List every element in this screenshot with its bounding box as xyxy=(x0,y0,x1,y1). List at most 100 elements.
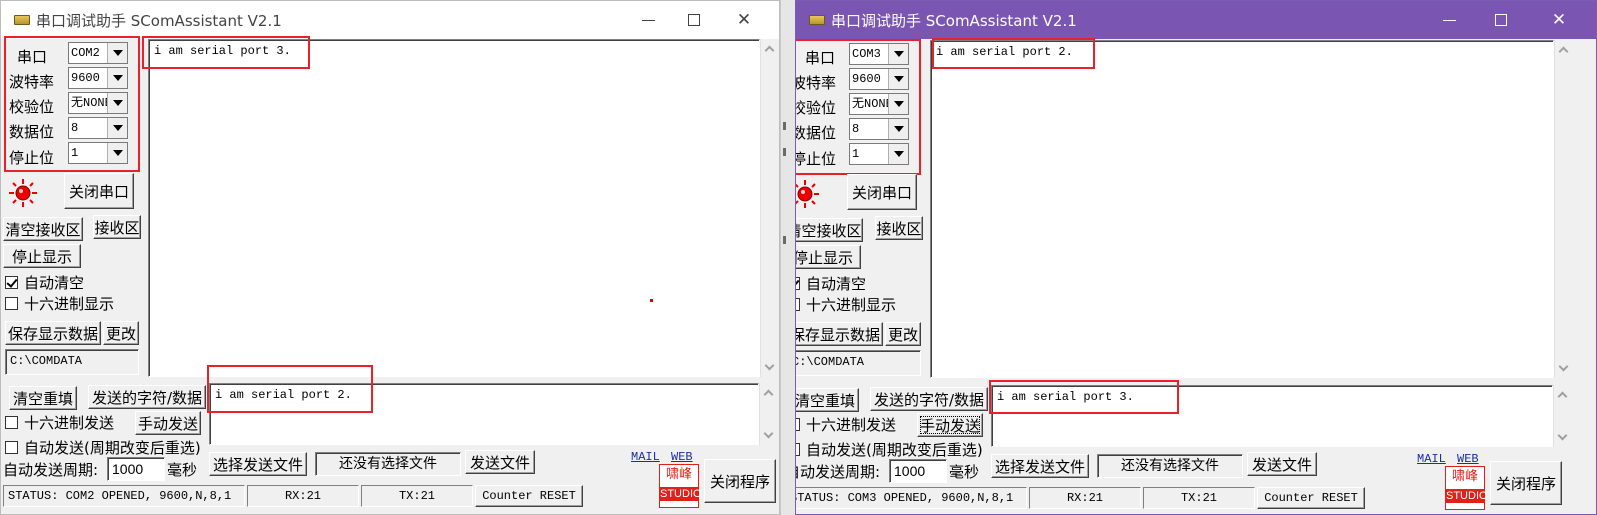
baud-select[interactable]: 9600 xyxy=(849,68,909,90)
title-bar[interactable]: 串口调试助手 SComAssistant V2.1 ✕ xyxy=(796,1,1596,39)
hex-send-checkbox[interactable]: 十六进制发送 xyxy=(5,412,114,433)
chevron-down-icon[interactable] xyxy=(888,94,908,114)
send-textarea[interactable]: i am serial port 3. xyxy=(991,385,1553,447)
clear-receive-button[interactable]: 清空接收区 xyxy=(796,218,863,242)
close-port-button[interactable]: 关闭串口 xyxy=(64,173,134,209)
stopbits-select[interactable]: 1 xyxy=(849,143,909,165)
send-textarea[interactable]: i am serial port 2. xyxy=(209,383,759,445)
chevron-down-icon[interactable] xyxy=(107,43,127,63)
receive-area-button[interactable]: 接收区 xyxy=(93,215,141,239)
hex-display-checkbox[interactable]: 十六进制显示 xyxy=(5,293,114,314)
auto-clear-checkbox[interactable]: 自动清空 xyxy=(5,272,84,293)
stopbits-value: 1 xyxy=(852,147,860,161)
scroll-down-icon[interactable] xyxy=(764,360,775,371)
chevron-down-icon[interactable] xyxy=(888,144,908,164)
receive-textarea[interactable]: i am serial port 3. xyxy=(148,39,760,377)
choose-file-button[interactable]: 选择发送文件 xyxy=(991,454,1089,478)
checkbox-checked-icon[interactable] xyxy=(5,276,18,289)
choose-file-button[interactable]: 选择发送文件 xyxy=(209,452,307,476)
mail-link[interactable]: MAIL xyxy=(1417,452,1446,466)
send-file-button[interactable]: 发送文件 xyxy=(1247,452,1317,476)
clear-reinput-button[interactable]: 清空重填 xyxy=(9,386,77,410)
close-program-button[interactable]: 关闭程序 xyxy=(1490,461,1562,505)
receive-area-button[interactable]: 接收区 xyxy=(875,216,923,240)
maximize-button[interactable] xyxy=(1478,1,1524,39)
web-link[interactable]: WEB xyxy=(1457,452,1479,466)
checkbox-icon[interactable] xyxy=(5,441,18,454)
scroll-up-icon[interactable] xyxy=(764,45,775,56)
minimize-button[interactable] xyxy=(625,1,671,39)
close-button[interactable]: ✕ xyxy=(1536,1,1582,39)
manual-send-button[interactable]: 手动发送 xyxy=(917,413,983,437)
save-display-button[interactable]: 保存显示数据 xyxy=(5,321,101,345)
send-scrollbar[interactable] xyxy=(1553,385,1570,447)
send-file-button[interactable]: 发送文件 xyxy=(465,450,535,474)
auto-period-label: 自动发送周期: xyxy=(3,461,99,479)
parity-select[interactable]: 无NONE xyxy=(68,92,128,114)
change-path-button[interactable]: 更改 xyxy=(885,322,921,346)
mail-link[interactable]: MAIL xyxy=(631,450,660,464)
receive-textarea[interactable]: i am serial port 2. xyxy=(930,40,1554,378)
scroll-down-icon[interactable] xyxy=(1558,361,1569,372)
checkbox-checked-icon[interactable] xyxy=(796,277,800,290)
period-input[interactable]: 1000 xyxy=(889,459,947,483)
port-select[interactable]: COM2 xyxy=(68,42,128,64)
hex-send-checkbox[interactable]: 十六进制发送 xyxy=(796,414,896,435)
auto-send-checkbox[interactable]: 自动发送(周期改变后重选) xyxy=(796,439,983,460)
databits-select[interactable]: 8 xyxy=(68,117,128,139)
minimize-button[interactable] xyxy=(1426,1,1472,39)
maximize-button[interactable] xyxy=(671,1,717,39)
scroll-up-icon[interactable] xyxy=(763,389,774,400)
manual-send-button[interactable]: 手动发送 xyxy=(135,411,201,435)
receive-scrollbar[interactable] xyxy=(760,39,777,377)
chevron-down-icon[interactable] xyxy=(107,93,127,113)
auto-send-checkbox[interactable]: 自动发送(周期改变后重选) xyxy=(5,437,201,458)
save-display-button[interactable]: 保存显示数据 xyxy=(796,322,883,346)
ms-label: 毫秒 xyxy=(167,461,198,479)
receive-scrollbar[interactable] xyxy=(1554,40,1571,378)
counter-reset-button[interactable]: Counter RESET xyxy=(1257,487,1365,509)
change-path-button[interactable]: 更改 xyxy=(103,321,139,345)
checkbox-icon[interactable] xyxy=(796,443,800,456)
checkbox-icon[interactable] xyxy=(796,418,800,431)
save-path-field[interactable]: C:\COMDATA xyxy=(796,350,921,376)
parity-select[interactable]: 无NONE xyxy=(849,93,909,115)
rx-counter: RX:21 xyxy=(1029,487,1141,509)
counter-reset-button[interactable]: Counter RESET xyxy=(475,485,583,507)
baud-select[interactable]: 9600 xyxy=(68,67,128,89)
clear-receive-button[interactable]: 清空接收区 xyxy=(3,217,83,241)
chevron-down-icon[interactable] xyxy=(888,69,908,89)
period-input[interactable]: 1000 xyxy=(107,457,165,481)
stop-display-button[interactable]: 停止显示 xyxy=(796,245,861,269)
hex-display-checkbox[interactable]: 十六进制显示 xyxy=(796,294,896,315)
close-port-button[interactable]: 关闭串口 xyxy=(847,174,917,210)
scroll-down-icon[interactable] xyxy=(1557,430,1568,441)
chevron-down-icon[interactable] xyxy=(107,118,127,138)
web-link[interactable]: WEB xyxy=(671,450,693,464)
clear-reinput-button[interactable]: 清空重填 xyxy=(796,388,859,412)
stopbits-select[interactable]: 1 xyxy=(68,142,128,164)
send-chars-button[interactable]: 发送的字符/数据 xyxy=(870,387,988,411)
send-chars-button[interactable]: 发送的字符/数据 xyxy=(88,385,206,409)
chevron-down-icon[interactable] xyxy=(107,68,127,88)
scroll-down-icon[interactable] xyxy=(763,428,774,439)
scroll-up-icon[interactable] xyxy=(1557,391,1568,402)
checkbox-icon[interactable] xyxy=(796,298,800,311)
close-program-button[interactable]: 关闭程序 xyxy=(704,459,776,503)
auto-clear-checkbox[interactable]: 自动清空 xyxy=(796,273,866,294)
chevron-down-icon[interactable] xyxy=(107,143,127,163)
chevron-down-icon[interactable] xyxy=(888,44,908,64)
checkbox-icon[interactable] xyxy=(5,416,18,429)
scroll-up-icon[interactable] xyxy=(1558,46,1569,57)
stop-display-button[interactable]: 停止显示 xyxy=(3,244,81,268)
checkbox-icon[interactable] xyxy=(5,297,18,310)
close-icon: ✕ xyxy=(1551,10,1567,30)
close-button[interactable]: ✕ xyxy=(721,1,767,39)
chevron-down-icon[interactable] xyxy=(888,119,908,139)
databits-select[interactable]: 8 xyxy=(849,118,909,140)
title-bar[interactable]: 串口调试助手 SComAssistant V2.1 ✕ xyxy=(1,1,779,39)
send-scrollbar[interactable] xyxy=(759,383,776,445)
save-path-field[interactable]: C:\COMDATA xyxy=(5,349,139,375)
ms-label: 毫秒 xyxy=(949,463,980,481)
port-select[interactable]: COM3 xyxy=(849,43,909,65)
